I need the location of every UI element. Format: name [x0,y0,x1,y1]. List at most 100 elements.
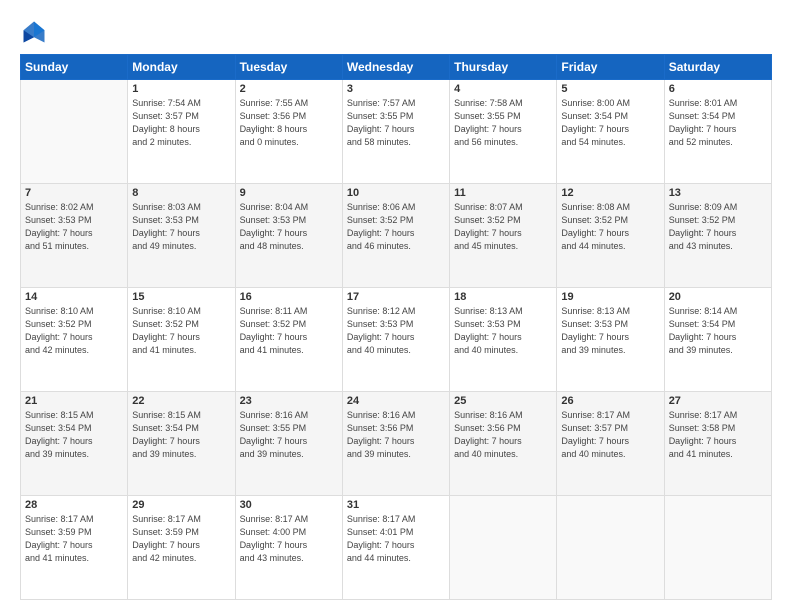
day-number: 5 [561,83,659,95]
day-info: Sunrise: 8:00 AM Sunset: 3:54 PM Dayligh… [561,97,659,149]
calendar-cell: 15 Sunrise: 8:10 AM Sunset: 3:52 PM Dayli… [128,288,235,392]
day-info: Sunrise: 8:12 AM Sunset: 3:53 PM Dayligh… [347,305,445,357]
calendar-week-row: 7 Sunrise: 8:02 AM Sunset: 3:53 PM Daylig… [21,184,772,288]
day-number: 7 [25,187,123,199]
calendar-header-thursday: Thursday [450,55,557,80]
day-info: Sunrise: 8:15 AM Sunset: 3:54 PM Dayligh… [25,409,123,461]
calendar-header-tuesday: Tuesday [235,55,342,80]
day-number: 12 [561,187,659,199]
day-number: 10 [347,187,445,199]
day-info: Sunrise: 8:16 AM Sunset: 3:56 PM Dayligh… [454,409,552,461]
calendar-cell: 31 Sunrise: 8:17 AM Sunset: 4:01 PM Dayli… [342,496,449,600]
calendar-cell: 1 Sunrise: 7:54 AM Sunset: 3:57 PM Daylig… [128,80,235,184]
calendar-cell: 11 Sunrise: 8:07 AM Sunset: 3:52 PM Dayli… [450,184,557,288]
day-info: Sunrise: 8:17 AM Sunset: 3:57 PM Dayligh… [561,409,659,461]
calendar-week-row: 28 Sunrise: 8:17 AM Sunset: 3:59 PM Dayli… [21,496,772,600]
day-info: Sunrise: 8:16 AM Sunset: 3:56 PM Dayligh… [347,409,445,461]
calendar-header-wednesday: Wednesday [342,55,449,80]
day-number: 15 [132,291,230,303]
day-info: Sunrise: 8:17 AM Sunset: 4:00 PM Dayligh… [240,513,338,565]
calendar-cell: 8 Sunrise: 8:03 AM Sunset: 3:53 PM Daylig… [128,184,235,288]
calendar-cell: 9Sunrise: 8:04 AM Sunset: 3:53 PM Daylig… [235,184,342,288]
day-number: 25 [454,395,552,407]
day-info: Sunrise: 8:15 AM Sunset: 3:54 PM Dayligh… [132,409,230,461]
day-number: 13 [669,187,767,199]
day-info: Sunrise: 8:17 AM Sunset: 3:58 PM Dayligh… [669,409,767,461]
calendar-cell: 14 Sunrise: 8:10 AM Sunset: 3:52 PM Dayli… [21,288,128,392]
calendar-cell: 19 Sunrise: 8:13 AM Sunset: 3:53 PM Dayli… [557,288,664,392]
calendar-cell: 21Sunrise: 8:15 AM Sunset: 3:54 PM Dayli… [21,392,128,496]
logo [20,18,52,46]
calendar-cell: 13 Sunrise: 8:09 AM Sunset: 3:52 PM Dayli… [664,184,771,288]
day-info: Sunrise: 8:03 AM Sunset: 3:53 PM Dayligh… [132,201,230,253]
calendar-cell: 6 Sunrise: 8:01 AM Sunset: 3:54 PM Daylig… [664,80,771,184]
calendar-header-monday: Monday [128,55,235,80]
day-info: Sunrise: 8:10 AM Sunset: 3:52 PM Dayligh… [25,305,123,357]
calendar-cell: 25 Sunrise: 8:16 AM Sunset: 3:56 PM Dayli… [450,392,557,496]
day-number: 24 [347,395,445,407]
calendar-header-saturday: Saturday [664,55,771,80]
day-number: 11 [454,187,552,199]
day-info: Sunrise: 8:16 AM Sunset: 3:55 PM Dayligh… [240,409,338,461]
calendar-cell: 7 Sunrise: 8:02 AM Sunset: 3:53 PM Daylig… [21,184,128,288]
day-number: 28 [25,499,123,511]
day-info: Sunrise: 8:02 AM Sunset: 3:53 PM Dayligh… [25,201,123,253]
calendar-cell: 22 Sunrise: 8:15 AM Sunset: 3:54 PM Dayli… [128,392,235,496]
calendar-cell: 5 Sunrise: 8:00 AM Sunset: 3:54 PM Daylig… [557,80,664,184]
calendar-week-row: 1 Sunrise: 7:54 AM Sunset: 3:57 PM Daylig… [21,80,772,184]
day-number: 8 [132,187,230,199]
day-info: Sunrise: 8:17 AM Sunset: 3:59 PM Dayligh… [25,513,123,565]
day-info: Sunrise: 8:13 AM Sunset: 3:53 PM Dayligh… [561,305,659,357]
day-info: Sunrise: 8:04 AM Sunset: 3:53 PM Dayligh… [240,201,338,253]
calendar-cell [21,80,128,184]
calendar-week-row: 14 Sunrise: 8:10 AM Sunset: 3:52 PM Dayli… [21,288,772,392]
day-info: Sunrise: 8:13 AM Sunset: 3:53 PM Dayligh… [454,305,552,357]
day-info: Sunrise: 8:17 AM Sunset: 3:59 PM Dayligh… [132,513,230,565]
day-info: Sunrise: 8:06 AM Sunset: 3:52 PM Dayligh… [347,201,445,253]
calendar-cell: 18Sunrise: 8:13 AM Sunset: 3:53 PM Dayli… [450,288,557,392]
day-number: 31 [347,499,445,511]
day-number: 17 [347,291,445,303]
day-number: 30 [240,499,338,511]
day-info: Sunrise: 8:08 AM Sunset: 3:52 PM Dayligh… [561,201,659,253]
day-info: Sunrise: 7:54 AM Sunset: 3:57 PM Dayligh… [132,97,230,149]
calendar-cell: 27Sunrise: 8:17 AM Sunset: 3:58 PM Dayli… [664,392,771,496]
logo-icon [20,18,48,46]
day-number: 19 [561,291,659,303]
calendar-cell [450,496,557,600]
day-info: Sunrise: 8:17 AM Sunset: 4:01 PM Dayligh… [347,513,445,565]
calendar-cell: 29 Sunrise: 8:17 AM Sunset: 3:59 PM Dayli… [128,496,235,600]
calendar-cell: 24 Sunrise: 8:16 AM Sunset: 3:56 PM Dayli… [342,392,449,496]
day-info: Sunrise: 8:09 AM Sunset: 3:52 PM Dayligh… [669,201,767,253]
day-number: 22 [132,395,230,407]
day-info: Sunrise: 8:10 AM Sunset: 3:52 PM Dayligh… [132,305,230,357]
calendar-cell: 2Sunrise: 7:55 AM Sunset: 3:56 PM Daylig… [235,80,342,184]
calendar-cell: 3 Sunrise: 7:57 AM Sunset: 3:55 PM Daylig… [342,80,449,184]
day-info: Sunrise: 7:55 AM Sunset: 3:56 PM Dayligh… [240,97,338,149]
day-number: 6 [669,83,767,95]
day-number: 1 [132,83,230,95]
day-info: Sunrise: 8:11 AM Sunset: 3:52 PM Dayligh… [240,305,338,357]
calendar-cell: 26 Sunrise: 8:17 AM Sunset: 3:57 PM Dayli… [557,392,664,496]
day-number: 3 [347,83,445,95]
day-number: 16 [240,291,338,303]
day-info: Sunrise: 8:14 AM Sunset: 3:54 PM Dayligh… [669,305,767,357]
calendar-cell [664,496,771,600]
calendar-cell: 12 Sunrise: 8:08 AM Sunset: 3:52 PM Dayli… [557,184,664,288]
day-info: Sunrise: 7:57 AM Sunset: 3:55 PM Dayligh… [347,97,445,149]
day-number: 20 [669,291,767,303]
calendar-cell: 16 Sunrise: 8:11 AM Sunset: 3:52 PM Dayli… [235,288,342,392]
day-number: 29 [132,499,230,511]
day-number: 26 [561,395,659,407]
day-info: Sunrise: 7:58 AM Sunset: 3:55 PM Dayligh… [454,97,552,149]
calendar-header-friday: Friday [557,55,664,80]
top-section [20,18,772,46]
day-number: 23 [240,395,338,407]
calendar-cell: 30 Sunrise: 8:17 AM Sunset: 4:00 PM Dayli… [235,496,342,600]
day-info: Sunrise: 8:07 AM Sunset: 3:52 PM Dayligh… [454,201,552,253]
calendar-cell: 20 Sunrise: 8:14 AM Sunset: 3:54 PM Dayli… [664,288,771,392]
calendar-cell: 10 Sunrise: 8:06 AM Sunset: 3:52 PM Dayli… [342,184,449,288]
day-number: 14 [25,291,123,303]
calendar-header-sunday: Sunday [21,55,128,80]
day-info: Sunrise: 8:01 AM Sunset: 3:54 PM Dayligh… [669,97,767,149]
